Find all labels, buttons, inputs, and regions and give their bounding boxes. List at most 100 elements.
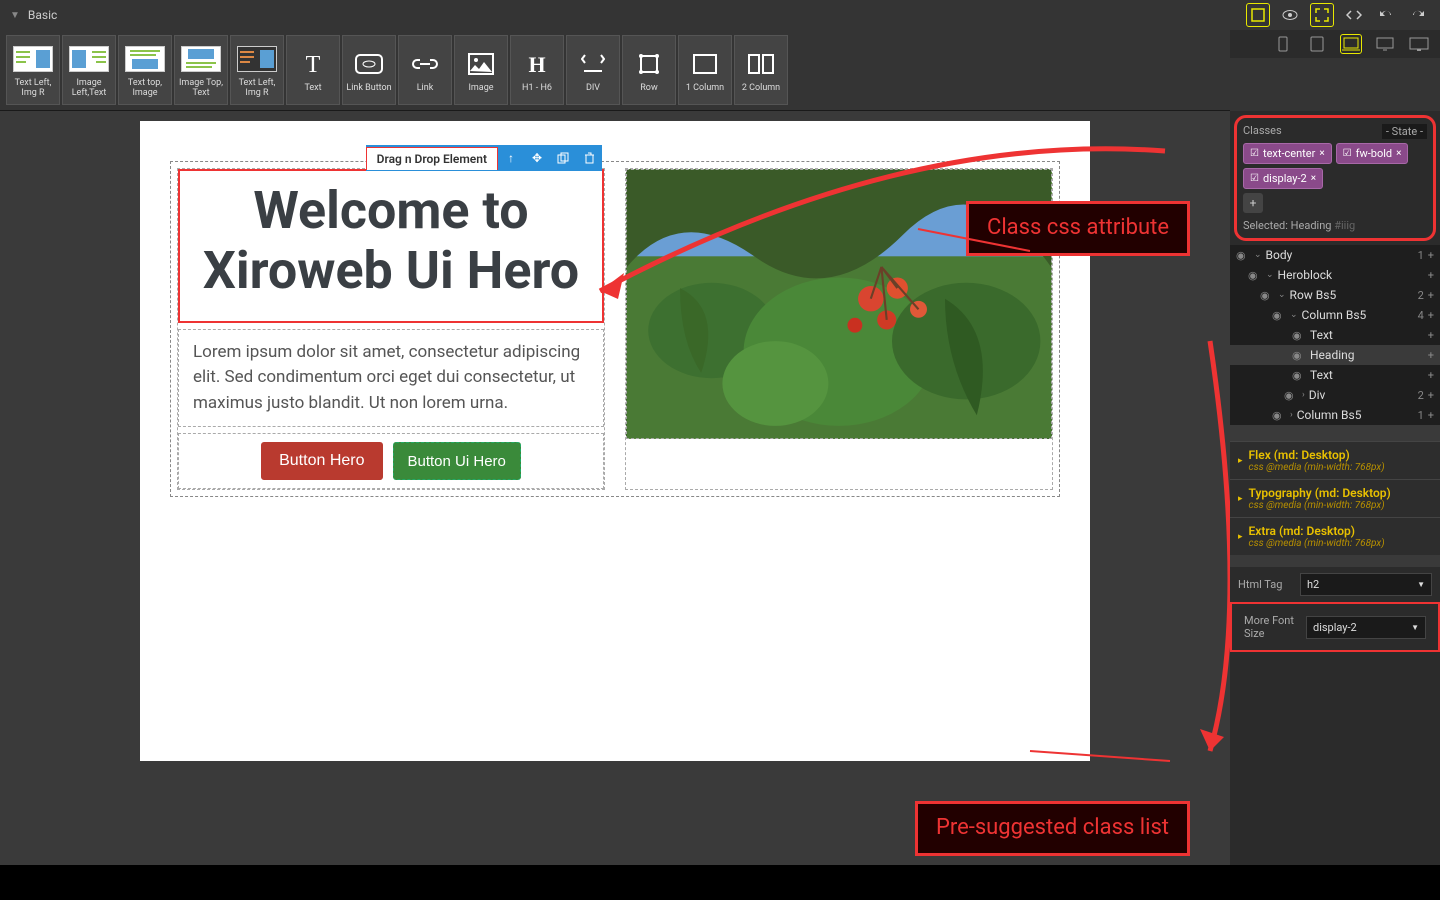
- component-div[interactable]: DIV: [566, 35, 620, 105]
- state-dropdown[interactable]: - State -: [1382, 124, 1427, 139]
- chevron-right-icon[interactable]: ›: [1290, 410, 1293, 420]
- component-label: Link: [417, 83, 434, 93]
- section-dropdown[interactable]: ▼ Basic: [10, 8, 57, 22]
- chevron-right-icon: ▸: [1238, 494, 1243, 504]
- eye-icon[interactable]: ◉: [1292, 369, 1306, 382]
- device-tablet-icon[interactable]: [1306, 34, 1328, 54]
- component-text[interactable]: TText: [286, 35, 340, 105]
- remove-icon[interactable]: ×: [1396, 148, 1401, 159]
- tree-row-heroblock[interactable]: ◉ ⌄ Heroblock +: [1230, 265, 1440, 285]
- chevron-right-icon[interactable]: ›: [1302, 390, 1305, 400]
- component-link[interactable]: Link: [398, 35, 452, 105]
- redo-icon[interactable]: [1406, 3, 1430, 27]
- tree-label: Heroblock: [1278, 268, 1333, 282]
- plus-icon[interactable]: +: [1428, 309, 1434, 322]
- paragraph-text[interactable]: Lorem ipsum dolor sit amet, consectetur …: [178, 329, 604, 428]
- style-section-extra[interactable]: ▸Extra (md: Desktop)css @media (min-widt…: [1230, 517, 1440, 555]
- remove-icon[interactable]: ×: [1311, 173, 1316, 184]
- code-icon[interactable]: [1342, 3, 1366, 27]
- class-chip-text-center[interactable]: ☑text-center×: [1243, 143, 1332, 164]
- move-up-icon[interactable]: ↑: [498, 145, 524, 171]
- hero-row[interactable]: Drag n Drop Element ↑ ✥ Welcome to Xirow…: [170, 161, 1060, 497]
- tree-row-body[interactable]: ◉⌄Body1+: [1230, 245, 1440, 265]
- chevron-down-icon[interactable]: ⌄: [1278, 290, 1286, 300]
- eye-icon[interactable]: ◉: [1292, 349, 1306, 362]
- tree-row-text-2[interactable]: ◉ Text +: [1230, 365, 1440, 385]
- select-value: display-2: [1313, 621, 1357, 634]
- style-section-typography[interactable]: ▸Typography (md: Desktop)css @media (min…: [1230, 479, 1440, 517]
- button-row[interactable]: Button Hero Button Ui Hero: [178, 433, 604, 489]
- plus-icon[interactable]: +: [1428, 249, 1434, 262]
- tree-row-heading[interactable]: ◉Heading+: [1230, 345, 1440, 365]
- canvas-wrap: Drag n Drop Element ↑ ✥ Welcome to Xirow…: [0, 111, 1230, 866]
- font-size-select[interactable]: display-2▼: [1306, 616, 1426, 639]
- button-ui-hero[interactable]: Button Ui Hero: [393, 442, 521, 480]
- component-label: Image Top, Text: [177, 78, 225, 98]
- chevron-down-icon[interactable]: ⌄: [1290, 310, 1298, 320]
- chevron-down-icon[interactable]: ⌄: [1254, 250, 1262, 260]
- selected-heading-box[interactable]: Drag n Drop Element ↑ ✥ Welcome to Xirow…: [178, 169, 604, 323]
- move-icon[interactable]: ✥: [524, 145, 550, 171]
- style-title: Typography (md: Desktop): [1249, 486, 1391, 500]
- component-image-left-text[interactable]: Image Left,Text: [62, 35, 116, 105]
- eye-icon[interactable]: ◉: [1248, 269, 1262, 282]
- component-2-column[interactable]: 2 Column: [734, 35, 788, 105]
- component-link-button[interactable]: Link Button: [342, 35, 396, 105]
- device-wide-icon[interactable]: [1408, 34, 1430, 54]
- classes-title: Classes: [1243, 124, 1282, 139]
- tree-row-column-bs5-2[interactable]: ◉›Column Bs51+: [1230, 405, 1440, 425]
- component-image-top-text[interactable]: Image Top, Text: [174, 35, 228, 105]
- device-laptop-icon[interactable]: [1340, 34, 1362, 54]
- component-text-top-image[interactable]: Text top, Image: [118, 35, 172, 105]
- plus-icon[interactable]: +: [1428, 329, 1434, 342]
- delete-icon[interactable]: [576, 145, 602, 171]
- tree-row-text[interactable]: ◉Text+: [1230, 325, 1440, 345]
- hero-column-left[interactable]: Drag n Drop Element ↑ ✥ Welcome to Xirow…: [177, 168, 605, 490]
- heading-text[interactable]: Welcome to Xiroweb Ui Hero: [188, 181, 594, 301]
- tree-row-div[interactable]: ◉›Div2+: [1230, 385, 1440, 405]
- tree-label: Text: [1310, 368, 1333, 382]
- square-icon[interactable]: [1246, 3, 1270, 27]
- html-tag-select[interactable]: h2▼: [1300, 573, 1432, 596]
- classes-box: Classes - State - ☑text-center× ☑fw-bold…: [1234, 115, 1436, 241]
- plus-icon[interactable]: +: [1428, 269, 1434, 282]
- tree-row-row-bs5[interactable]: ◉⌄Row Bs52+: [1230, 285, 1440, 305]
- eye-icon[interactable]: ◉: [1272, 309, 1286, 322]
- class-chip-display-2[interactable]: ☑display-2×: [1243, 168, 1323, 189]
- add-class-button[interactable]: +: [1243, 193, 1263, 213]
- class-chip-fw-bold[interactable]: ☑fw-bold×: [1336, 143, 1409, 164]
- device-phone-icon[interactable]: [1272, 34, 1294, 54]
- eye-icon[interactable]: ◉: [1284, 389, 1298, 402]
- chevron-right-icon: ▸: [1238, 456, 1243, 466]
- eye-icon[interactable]: ◉: [1272, 409, 1286, 422]
- style-section-flex[interactable]: ▸Flex (md: Desktop)css @media (min-width…: [1230, 441, 1440, 479]
- plus-icon[interactable]: +: [1428, 289, 1434, 302]
- component-heading[interactable]: HH1 - H6: [510, 35, 564, 105]
- tree-row-column-bs5[interactable]: ◉⌄Column Bs54+: [1230, 305, 1440, 325]
- more-font-box: More Font Size display-2▼: [1230, 602, 1440, 652]
- button-hero[interactable]: Button Hero: [261, 442, 382, 480]
- eye-icon[interactable]: ◉: [1292, 329, 1306, 342]
- device-desktop-icon[interactable]: [1374, 34, 1396, 54]
- fullscreen-icon[interactable]: [1310, 3, 1334, 27]
- remove-icon[interactable]: ×: [1319, 148, 1324, 159]
- canvas[interactable]: Drag n Drop Element ↑ ✥ Welcome to Xirow…: [140, 121, 1090, 761]
- plus-icon[interactable]: +: [1428, 349, 1434, 362]
- tree-label: Body: [1266, 248, 1293, 262]
- eye-icon[interactable]: [1278, 3, 1302, 27]
- copy-icon[interactable]: [550, 145, 576, 171]
- check-icon: ☑: [1343, 148, 1352, 159]
- plus-icon[interactable]: +: [1428, 369, 1434, 382]
- component-text-left-img-r[interactable]: Text Left, Img R: [6, 35, 60, 105]
- plus-icon[interactable]: +: [1428, 409, 1434, 422]
- component-text-left-img-r-dark[interactable]: Text Left, Img R: [230, 35, 284, 105]
- eye-icon[interactable]: ◉: [1236, 249, 1250, 262]
- component-image[interactable]: Image: [454, 35, 508, 105]
- undo-icon[interactable]: [1374, 3, 1398, 27]
- component-1-column[interactable]: 1 Column: [678, 35, 732, 105]
- eye-icon[interactable]: ◉: [1260, 289, 1274, 302]
- component-row[interactable]: Row: [622, 35, 676, 105]
- plus-icon[interactable]: +: [1428, 389, 1434, 402]
- component-label: Link Button: [346, 83, 391, 93]
- chevron-down-icon[interactable]: ⌄: [1266, 270, 1274, 280]
